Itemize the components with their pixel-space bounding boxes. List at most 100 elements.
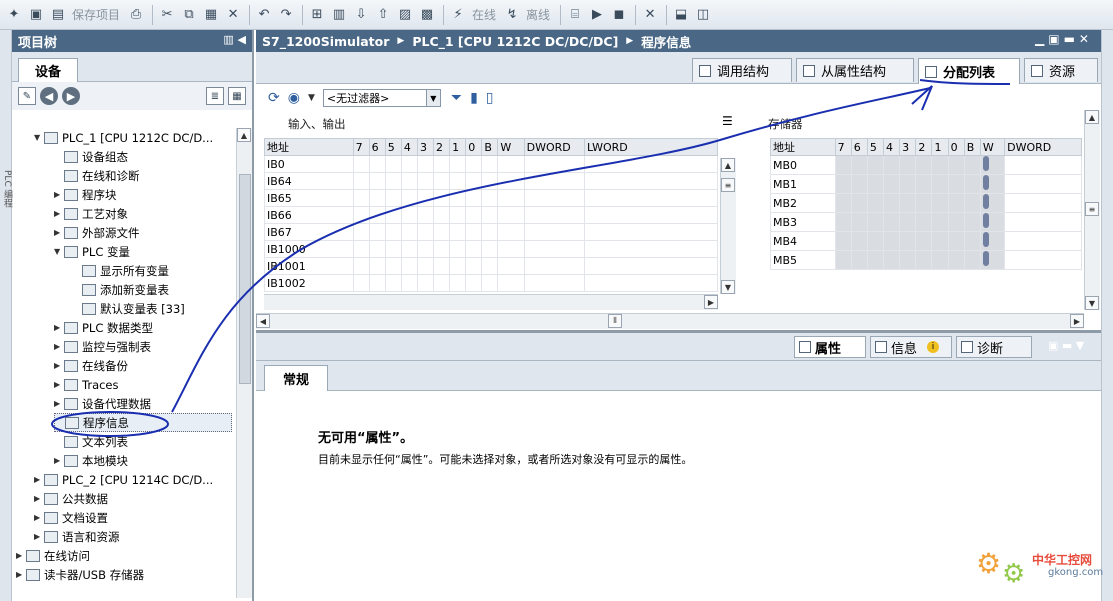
address-cell[interactable]: IB1001: [264, 257, 354, 275]
go-offline-button[interactable]: 离线: [526, 6, 550, 23]
chevron-down-icon[interactable]: ▼: [425, 90, 440, 106]
table-row[interactable]: MB2: [770, 193, 1082, 213]
address-cell[interactable]: IB1002: [264, 274, 354, 292]
tree-item-device-proxy-data[interactable]: ▶ 设备代理数据: [54, 394, 151, 413]
used-addresses-icon[interactable]: ▮: [470, 90, 478, 106]
column-header[interactable]: 4: [883, 138, 901, 156]
forward-icon[interactable]: ▶: [62, 87, 80, 105]
filter-icon[interactable]: ⏷: [451, 90, 462, 106]
tree-item-plc-data-types[interactable]: ▶ PLC 数据类型: [54, 318, 153, 337]
save-icon[interactable]: ▤: [48, 5, 68, 25]
scroll-down-icon[interactable]: ▼: [721, 280, 735, 294]
address-cell[interactable]: IB65: [264, 189, 354, 207]
scroll-down-icon[interactable]: ▼: [1085, 296, 1099, 310]
address-cell[interactable]: MB4: [770, 231, 836, 251]
tab-assignment-list[interactable]: 分配列表: [918, 58, 1020, 84]
column-header[interactable]: 2: [915, 138, 933, 156]
compile-icon[interactable]: ▥: [329, 5, 349, 25]
undo-icon[interactable]: ↶: [254, 5, 274, 25]
tree-item-technology-objects[interactable]: ▶ 工艺对象: [54, 204, 128, 223]
back-icon[interactable]: ◀: [40, 87, 58, 105]
column-header[interactable]: 2: [433, 138, 451, 156]
scroll-up-icon[interactable]: ▲: [237, 128, 251, 142]
column-header[interactable]: 地址: [770, 138, 836, 156]
expand-arrow-icon[interactable]: ▶: [54, 380, 64, 389]
address-cell[interactable]: IB1000: [264, 240, 354, 258]
address-cell[interactable]: MB5: [770, 250, 836, 270]
scroll-thumb[interactable]: [239, 174, 251, 384]
table-row[interactable]: MB0: [770, 155, 1082, 175]
address-cell[interactable]: IB66: [264, 206, 354, 224]
open-project-icon[interactable]: ▣: [26, 5, 46, 25]
scroll-up-icon[interactable]: ▲: [1085, 110, 1099, 124]
column-header[interactable]: 6: [850, 138, 868, 156]
expand-arrow-icon[interactable]: ▼: [34, 133, 44, 142]
expand-arrow-icon[interactable]: ▶: [34, 513, 44, 522]
expand-arrow-icon[interactable]: ▶: [16, 570, 26, 579]
stop-cpu-icon[interactable]: ◼: [609, 5, 629, 25]
column-header[interactable]: 5: [866, 138, 885, 156]
table-row[interactable]: IB65: [264, 189, 719, 207]
panel-controls-icon[interactable]: ▣ ▬ ▼: [1048, 339, 1084, 352]
column-header[interactable]: DWORD: [1004, 138, 1082, 156]
tree-item-show-all-tags[interactable]: 显示所有变量: [72, 261, 169, 280]
save-project-button[interactable]: 保存项目: [72, 6, 120, 23]
table-row[interactable]: MB5: [770, 250, 1082, 270]
tree-item-plc-tags[interactable]: ▼ PLC 变量: [54, 242, 130, 261]
tree-item-traces[interactable]: ▶ Traces: [54, 375, 119, 394]
download-icon[interactable]: ⇩: [351, 5, 371, 25]
filter-select[interactable]: <无过滤器> ▼: [322, 89, 441, 107]
address-cell[interactable]: IB67: [264, 223, 354, 241]
tree-item-device-config[interactable]: 设备组态: [54, 147, 128, 166]
split-horizontal-icon[interactable]: ⬓: [671, 5, 691, 25]
column-header[interactable]: 0: [947, 138, 965, 156]
go-online-icon[interactable]: ⚡: [448, 5, 468, 25]
table-row[interactable]: IB1001: [264, 257, 719, 275]
table-row[interactable]: MB1: [770, 174, 1082, 194]
expand-arrow-icon[interactable]: ▶: [34, 494, 44, 503]
tree-item-program-info[interactable]: 程序信息: [54, 413, 232, 432]
tree-item-default-tag-table[interactable]: 默认变量表 [33]: [72, 299, 185, 318]
tree-item-text-lists[interactable]: 文本列表: [54, 432, 128, 451]
tree-item-online-diagnostics[interactable]: 在线和诊断: [54, 166, 140, 185]
add-device-icon[interactable]: ✎: [18, 87, 36, 105]
column-header[interactable]: 1: [449, 138, 467, 156]
overview-icon[interactable]: ≣: [206, 87, 224, 105]
tree-item-plc1[interactable]: ▼ PLC_1 [CPU 1212C DC/D...: [34, 128, 213, 147]
print-icon[interactable]: ⎙: [126, 5, 146, 25]
address-cell[interactable]: MB2: [770, 193, 836, 213]
expand-arrow-icon[interactable]: ▶: [16, 551, 26, 560]
column-header[interactable]: B: [963, 138, 981, 156]
tree-item-watch-force-tables[interactable]: ▶ 监控与强制表: [54, 337, 151, 356]
tree-item-external-sources[interactable]: ▶ 外部源文件: [54, 223, 140, 242]
expand-arrow-icon[interactable]: ▶: [54, 209, 64, 218]
start-cpu-icon[interactable]: ▶: [587, 5, 607, 25]
tree-item-plc2[interactable]: ▶ PLC_2 [CPU 1214C DC/D...: [34, 470, 213, 489]
column-header[interactable]: 1: [931, 138, 949, 156]
tab-general[interactable]: 常规: [264, 365, 328, 391]
tab-diagnostics[interactable]: 诊断: [956, 336, 1032, 358]
tab-resources[interactable]: 资源: [1024, 58, 1098, 82]
table-row[interactable]: IB66: [264, 206, 719, 224]
column-header[interactable]: 5: [384, 138, 402, 156]
upload-icon[interactable]: ⇧: [373, 5, 393, 25]
scroll-grip-icon[interactable]: ≡: [721, 178, 735, 192]
tab-call-structure[interactable]: 调用结构: [692, 58, 792, 82]
column-header[interactable]: 3: [899, 138, 917, 156]
collapse-panel-icon[interactable]: ▥ ◀: [223, 33, 246, 46]
column-header[interactable]: B: [481, 138, 499, 156]
view-options-icon[interactable]: ◉: [288, 90, 300, 106]
tab-devices[interactable]: 设备: [18, 58, 78, 82]
tab-info[interactable]: 信息 i: [870, 336, 952, 358]
address-cell[interactable]: MB3: [770, 212, 836, 232]
expand-arrow-icon[interactable]: ▶: [54, 228, 64, 237]
expand-arrow-icon[interactable]: ▶: [34, 532, 44, 541]
column-header[interactable]: W: [497, 138, 525, 156]
cut-icon[interactable]: ✂: [157, 5, 177, 25]
address-cell[interactable]: MB0: [770, 155, 836, 175]
address-cell[interactable]: IB0: [264, 155, 354, 173]
table-row[interactable]: MB4: [770, 231, 1082, 251]
column-header[interactable]: W: [979, 138, 1006, 156]
table-view-icon[interactable]: ▦: [228, 87, 246, 105]
column-header[interactable]: 4: [400, 138, 418, 156]
